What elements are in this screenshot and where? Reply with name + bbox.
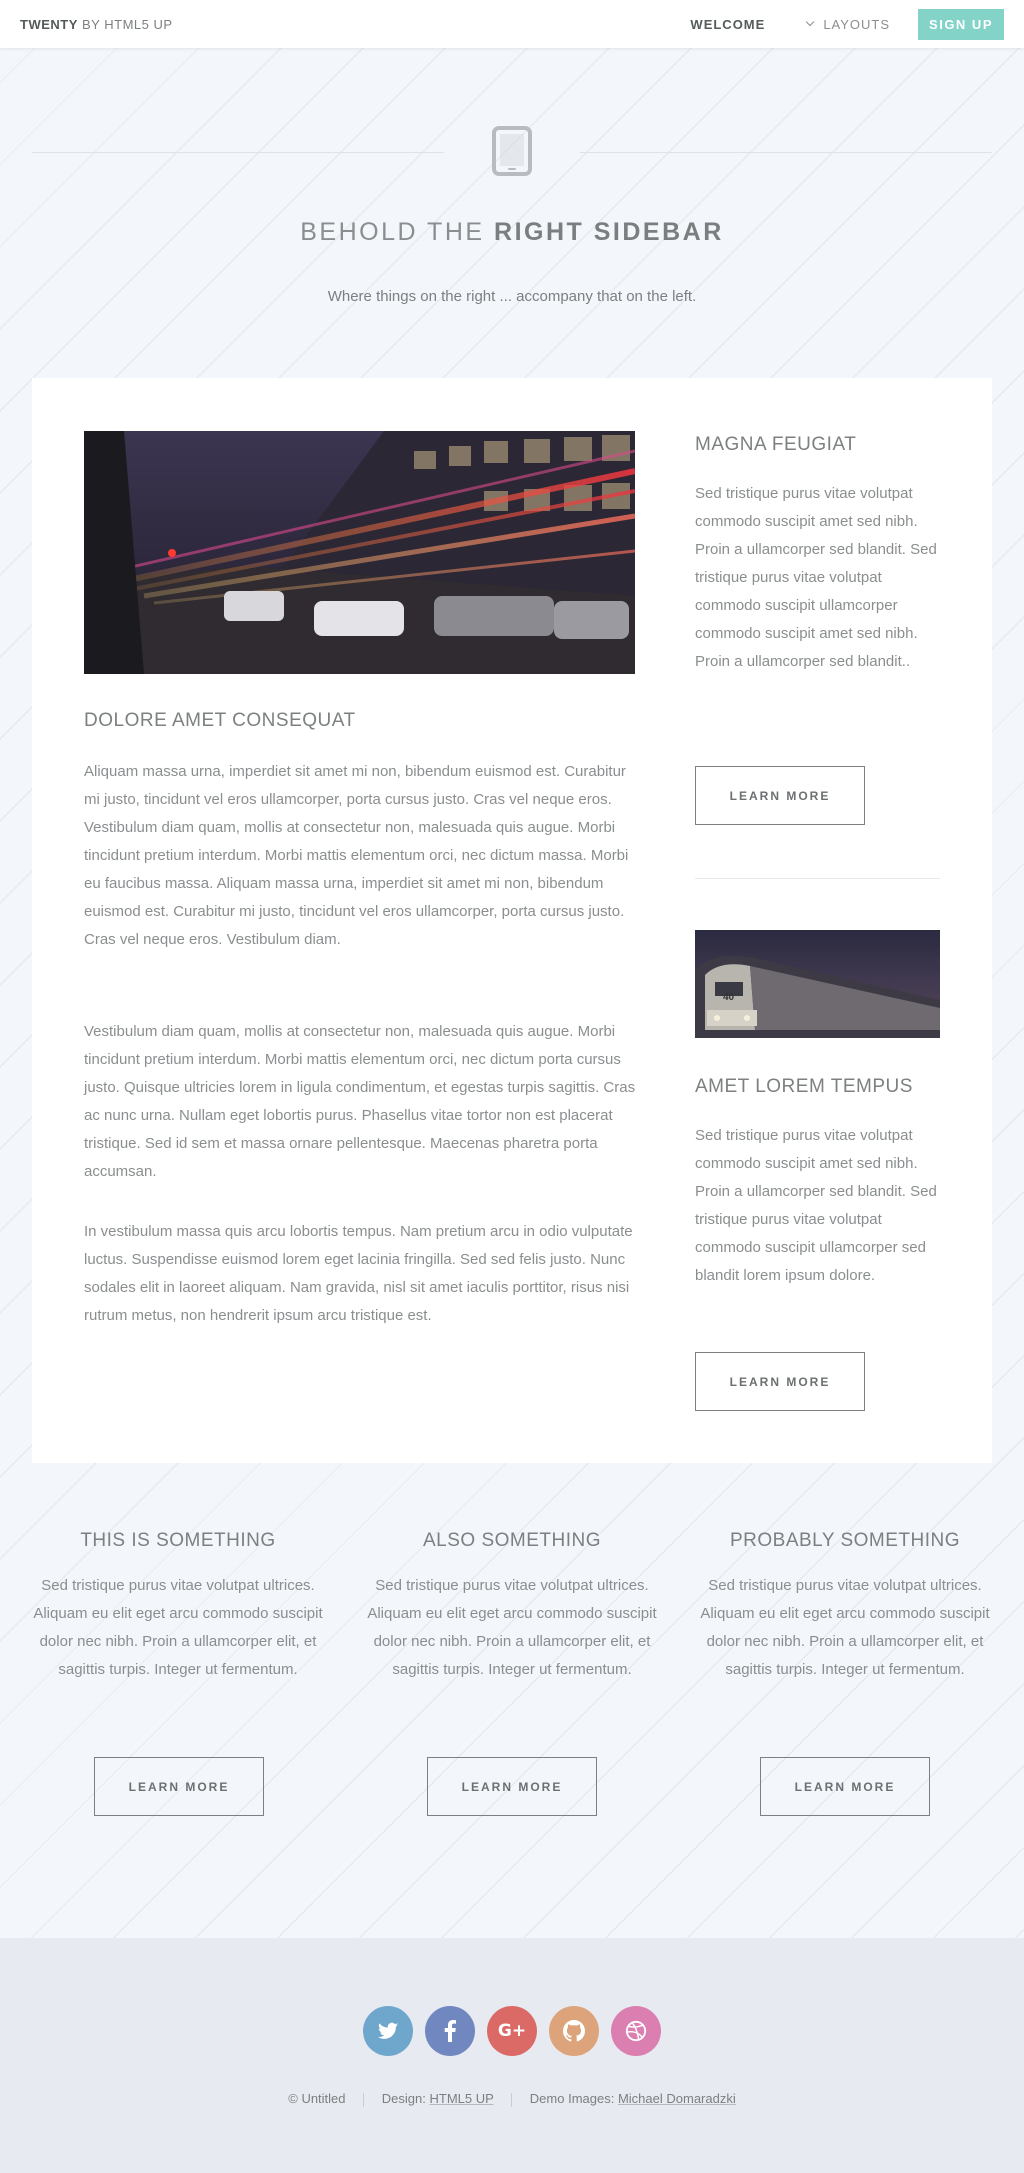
train-number-label: 40 [723,992,735,1003]
facebook-icon[interactable] [425,2006,475,2056]
feature-column: PROBABLY SOMETHING Sed tristique purus v… [700,1530,990,1684]
divider [363,2092,365,2107]
learn-more-button[interactable]: LEARN MORE [94,1757,264,1816]
copyright-text: © Untitled [288,2091,346,2106]
tablet-icon [492,126,532,176]
images-label: Demo Images: [529,2091,615,2106]
learn-more-button[interactable]: LEARN MORE [760,1757,930,1816]
divider [511,2092,513,2107]
page-title-strong: RIGHT SIDEBAR [494,218,724,246]
github-icon[interactable] [549,2006,599,2056]
feature-text: Sed tristique purus vitae volutpat ultri… [33,1577,323,1678]
logo-bold: TWENTY [20,16,78,32]
site-logo[interactable]: TWENTY BY HTML5 UP [20,17,173,32]
feature-text: Sed tristique purus vitae volutpat ultri… [367,1577,657,1678]
images-link[interactable]: Michael Domaradzki [618,2091,736,2106]
feature-column: ALSO SOMETHING Sed tristique purus vitae… [367,1530,657,1684]
feature-title: THIS IS SOMETHING [80,1530,276,1551]
content-paragraph: Vestibulum diam quam, mollis at consecte… [84,1023,636,1180]
logo-rest: BY HTML5 UP [82,16,173,32]
page-subtitle: Where things on the right ... accompany … [327,288,697,305]
design-label: Design: [381,2091,426,2106]
sidebar-text: Sed tristique purus vitae volutpat commo… [695,485,937,670]
page-title: BEHOLD THE RIGHT SIDEBAR [0,218,1024,247]
feature-text: Sed tristique purus vitae volutpat ultri… [700,1577,990,1678]
main-nav: WELCOME LAYOUTS SIGN UP [648,0,1004,48]
sidebar-divider [695,878,940,879]
banner-rule-left [32,152,444,153]
learn-more-button[interactable]: LEARN MORE [427,1757,597,1816]
train-image: 40 [695,930,940,1038]
design-link[interactable]: HTML5 UP [429,2091,493,2106]
feature-title: PROBABLY SOMETHING [729,1530,960,1551]
sidebar-text: Sed tristique purus vitae volutpat commo… [695,1127,937,1284]
main-content: DOLORE AMET CONSEQUAT Aliquam massa urna… [32,378,992,1463]
site-footer: G+ © Untitled Design: HTML5 UP Demo Imag… [0,1938,1024,2173]
content-paragraph: In vestibulum massa quis arcu lobortis t… [84,1223,633,1324]
page-title-light: BEHOLD THE [300,218,485,246]
learn-more-button[interactable]: LEARN MORE [695,766,865,825]
twitter-icon[interactable] [363,2006,413,2056]
copyright: © Untitled Design: HTML5 UP Demo Images:… [0,2091,1024,2107]
chevron-down-icon [806,17,815,27]
sign-up-button[interactable]: SIGN UP [918,8,1004,40]
page-banner: BEHOLD THE RIGHT SIDEBAR Where things on… [0,48,1024,378]
content-title: DOLORE AMET CONSEQUAT [84,710,356,731]
nav-layouts-label: LAYOUTS [823,16,891,32]
learn-more-button[interactable]: LEARN MORE [695,1352,865,1411]
sidebar-title-amet: AMET LOREM TEMPUS [695,1076,913,1097]
nav-layouts[interactable]: LAYOUTS [806,16,891,32]
site-header: TWENTY BY HTML5 UP WELCOME LAYOUTS SIGN … [0,0,1024,48]
feature-title: ALSO SOMETHING [422,1530,602,1551]
sidebar-title-magna: MAGNA FEUGIAT [695,434,857,455]
feature-column: THIS IS SOMETHING Sed tristique purus vi… [33,1530,323,1684]
city-street-image [84,431,635,674]
banner-rule-right [580,152,992,153]
content-paragraph: Aliquam massa urna, imperdiet sit amet m… [84,763,629,948]
social-links: G+ [0,2006,1024,2056]
nav-welcome[interactable]: WELCOME [690,17,765,32]
dribbble-icon[interactable] [611,2006,661,2056]
google-plus-glyph: G+ [497,2021,527,2041]
google-plus-icon[interactable]: G+ [487,2006,537,2056]
